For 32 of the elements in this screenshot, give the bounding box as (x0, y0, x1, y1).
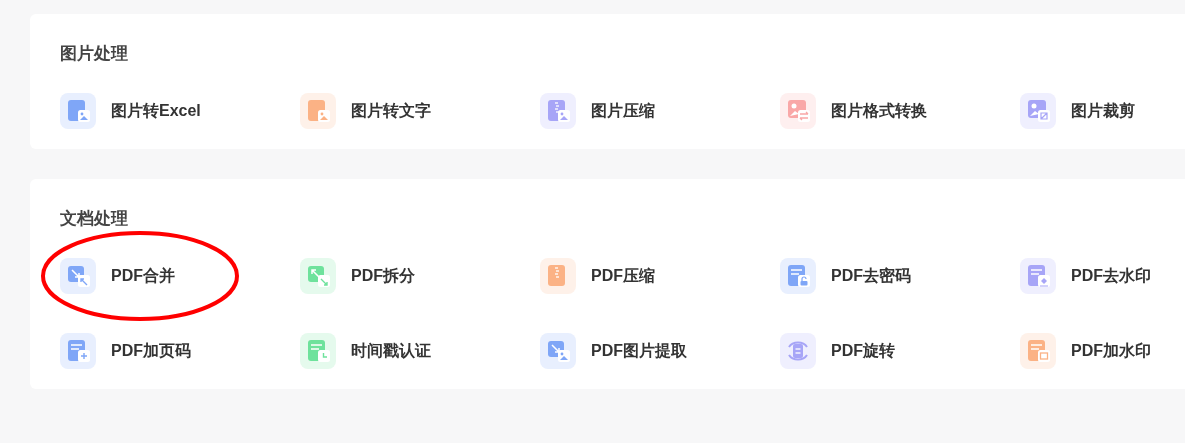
tool-icon[interactable] (60, 93, 96, 129)
tool-link[interactable]: PDF拆分 (351, 265, 415, 287)
tool-link[interactable]: 图片压缩 (591, 100, 655, 122)
tool-icon[interactable] (60, 333, 96, 369)
tool-icon[interactable] (1020, 93, 1056, 129)
tool-link[interactable]: PDF旋转 (831, 340, 895, 362)
tool-link[interactable]: 时间戳认证 (351, 340, 431, 362)
tool-icon[interactable] (540, 93, 576, 129)
tool-icon[interactable] (300, 258, 336, 294)
tool-icon[interactable] (60, 258, 96, 294)
tool-link[interactable]: 图片转文字 (351, 100, 431, 122)
tool-icon[interactable] (540, 333, 576, 369)
section-title: 图片处理 (60, 43, 129, 65)
tool-link[interactable]: PDF压缩 (591, 265, 655, 287)
tool-link[interactable]: 图片裁剪 (1071, 100, 1135, 122)
tool-link[interactable]: PDF去水印 (1071, 265, 1151, 287)
tool-link[interactable]: 图片转Excel (111, 100, 201, 122)
tool-icon[interactable] (1020, 333, 1056, 369)
tool-icon[interactable] (780, 258, 816, 294)
tool-link[interactable]: 图片格式转换 (831, 100, 927, 122)
tool-icon[interactable] (780, 333, 816, 369)
tool-link[interactable]: PDF图片提取 (591, 340, 687, 362)
section-title: 文档处理 (60, 208, 129, 230)
tool-link[interactable]: PDF加水印 (1071, 340, 1151, 362)
tool-icon[interactable] (300, 93, 336, 129)
tool-link[interactable]: PDF加页码 (111, 340, 191, 362)
tool-icon[interactable] (540, 258, 576, 294)
tool-icon[interactable] (780, 93, 816, 129)
tool-icon[interactable] (1020, 258, 1056, 294)
tool-link[interactable]: PDF合并 (111, 265, 175, 287)
tool-icon[interactable] (300, 333, 336, 369)
tool-link[interactable]: PDF去密码 (831, 265, 911, 287)
